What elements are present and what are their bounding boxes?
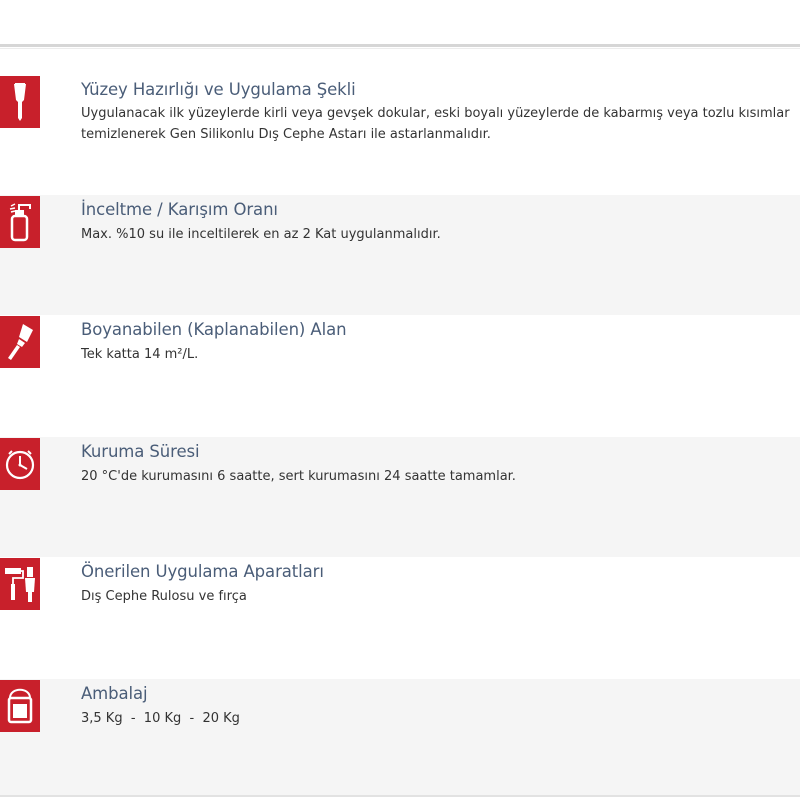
clock-icon: [0, 438, 40, 490]
scraper-icon: [0, 76, 40, 128]
section-title: Önerilen Uygulama Aparatları: [81, 562, 324, 581]
section-title: Boyanabilen (Kaplanabilen) Alan: [81, 320, 347, 339]
section-coverage-area: Boyanabilen (Kaplanabilen) Alan Tek katt…: [0, 315, 800, 437]
paint-bucket-icon: [0, 680, 40, 732]
section-text: Dış Cephe Rulosu ve fırça: [81, 589, 247, 604]
section-title: İnceltme / Karışım Oranı: [81, 200, 278, 219]
top-divider: [0, 44, 800, 47]
section-text: Tek katta 14 m²/L.: [81, 347, 199, 362]
section-title: Kuruma Süresi: [81, 442, 200, 461]
section-thinning-ratio: İnceltme / Karışım Oranı Max. %10 su ile…: [0, 195, 800, 315]
section-text: Uygulanacak ilk yüzeylerde kirli veya ge…: [81, 106, 790, 142]
section-surface-preparation: Yüzey Hazırlığı ve Uygulama Şekli Uygula…: [0, 60, 800, 195]
section-packaging: Ambalaj 3,5 Kg - 10 Kg - 20 Kg: [0, 679, 800, 795]
spray-bottle-icon: [0, 196, 40, 248]
top-divider-shadow: [0, 48, 800, 49]
roller-brush-icon: [0, 558, 40, 610]
section-title: Ambalaj: [81, 684, 148, 703]
paint-brush-icon: [0, 316, 40, 368]
bottom-divider: [0, 795, 800, 797]
section-recommended-tools: Önerilen Uygulama Aparatları Dış Cephe R…: [0, 557, 800, 679]
section-drying-time: Kuruma Süresi 20 °C'de kurumasını 6 saat…: [0, 437, 800, 557]
section-text: 3,5 Kg - 10 Kg - 20 Kg: [81, 711, 240, 726]
section-text: 20 °C'de kurumasını 6 saatte, sert kurum…: [81, 469, 516, 484]
section-text: Max. %10 su ile inceltilerek en az 2 Kat…: [81, 227, 441, 242]
section-title: Yüzey Hazırlığı ve Uygulama Şekli: [81, 80, 356, 99]
